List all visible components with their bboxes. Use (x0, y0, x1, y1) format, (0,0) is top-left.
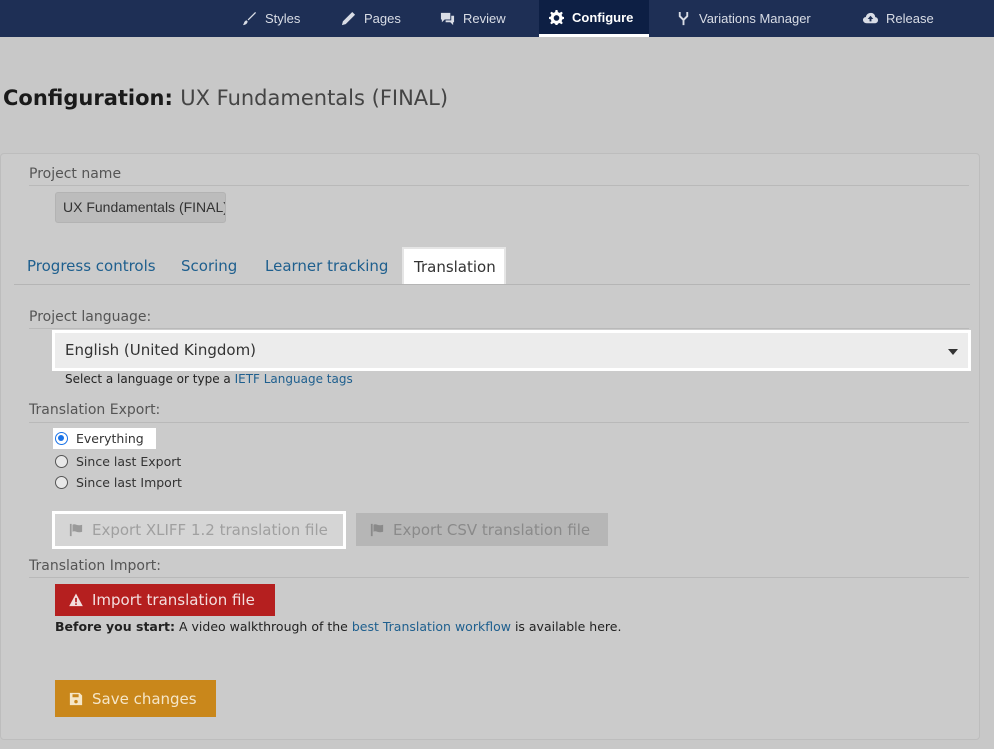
translation-workflow-link[interactable]: best Translation workflow (352, 619, 511, 634)
import-note: Before you start: A video walkthrough of… (55, 619, 621, 634)
project-language-label: Project language: (29, 309, 152, 325)
nav-label: Review (463, 11, 506, 26)
nav-item-release[interactable]: Release (863, 0, 934, 37)
cloud-upload-icon (863, 12, 878, 24)
caret-down-icon (948, 349, 958, 355)
page-title-prefix: Configuration: (3, 86, 173, 110)
warning-icon (69, 593, 83, 607)
radio-label: Since last Export (76, 454, 182, 469)
nav-label: Variations Manager (699, 11, 811, 26)
project-name-input[interactable]: UX Fundamentals (FINAL) (55, 192, 226, 223)
divider (29, 328, 969, 329)
comments-icon (440, 12, 455, 26)
export-csv-button[interactable]: Export CSV translation file (356, 513, 608, 546)
page-title: Configuration: UX Fundamentals (FINAL) (3, 86, 448, 110)
nav-item-review[interactable]: Review (440, 0, 506, 37)
radio-button[interactable] (55, 432, 68, 445)
button-label: Export XLIFF 1.2 translation file (92, 521, 328, 539)
flag-icon (69, 523, 83, 537)
tab-divider (14, 284, 970, 285)
nav-item-styles[interactable]: Styles (242, 0, 300, 37)
selected-language: English (United Kingdom) (65, 341, 257, 359)
divider (29, 422, 969, 423)
pencil-icon (341, 11, 356, 26)
radio-button[interactable] (55, 455, 68, 468)
export-option-since-last-export[interactable]: Since last Export (55, 454, 181, 469)
radio-button[interactable] (55, 476, 68, 489)
nav-label: Configure (572, 9, 634, 25)
note-text: A video walkthrough of the (179, 619, 348, 634)
note-bold: Before you start: (55, 619, 176, 634)
save-changes-button[interactable]: Save changes (55, 680, 216, 717)
flag-icon (370, 523, 384, 536)
export-xliff-button[interactable]: Export XLIFF 1.2 translation file (52, 511, 346, 549)
brush-icon (242, 11, 257, 26)
nav-item-variations-manager[interactable]: Variations Manager (676, 0, 811, 37)
tab-progress-controls[interactable]: Progress controls (27, 247, 156, 285)
divider (29, 185, 969, 186)
page-title-project: UX Fundamentals (FINAL) (180, 86, 449, 110)
radio-label: Since last Import (76, 475, 182, 490)
top-nav: Styles Pages Review Configure Variations… (0, 0, 994, 37)
floppy-disk-icon (69, 692, 83, 705)
nav-item-pages[interactable]: Pages (341, 0, 401, 37)
fork-icon (678, 11, 689, 26)
nav-label: Release (886, 11, 934, 26)
help-text: Select a language or type a (65, 372, 231, 386)
radio-label: Everything (76, 431, 144, 446)
button-label: Save changes (92, 689, 197, 708)
tab-scoring[interactable]: Scoring (181, 247, 237, 285)
ietf-tags-link[interactable]: IETF Language tags (235, 372, 353, 386)
translation-import-label: Translation Import: (29, 558, 161, 574)
nav-item-configure[interactable]: Configure (539, 0, 649, 37)
gear-icon (549, 9, 564, 25)
divider (29, 577, 969, 578)
tab-translation[interactable]: Translation (402, 247, 506, 285)
tab-learner-tracking[interactable]: Learner tracking (265, 247, 388, 285)
import-translation-button[interactable]: Import translation file (55, 584, 275, 616)
note-tail: is available here. (514, 619, 622, 634)
button-label: Export CSV translation file (393, 520, 591, 539)
project-language-select[interactable]: English (United Kingdom) (52, 330, 971, 371)
button-label: Import translation file (92, 591, 255, 609)
nav-label: Pages (364, 11, 401, 26)
export-option-everything[interactable]: Everything (53, 428, 156, 449)
translation-export-label: Translation Export: (29, 402, 161, 418)
project-name-label: Project name (29, 166, 122, 182)
nav-label: Styles (265, 11, 301, 26)
language-help: Select a language or type a IETF Languag… (65, 372, 353, 386)
export-option-since-last-import[interactable]: Since last Import (55, 475, 182, 490)
